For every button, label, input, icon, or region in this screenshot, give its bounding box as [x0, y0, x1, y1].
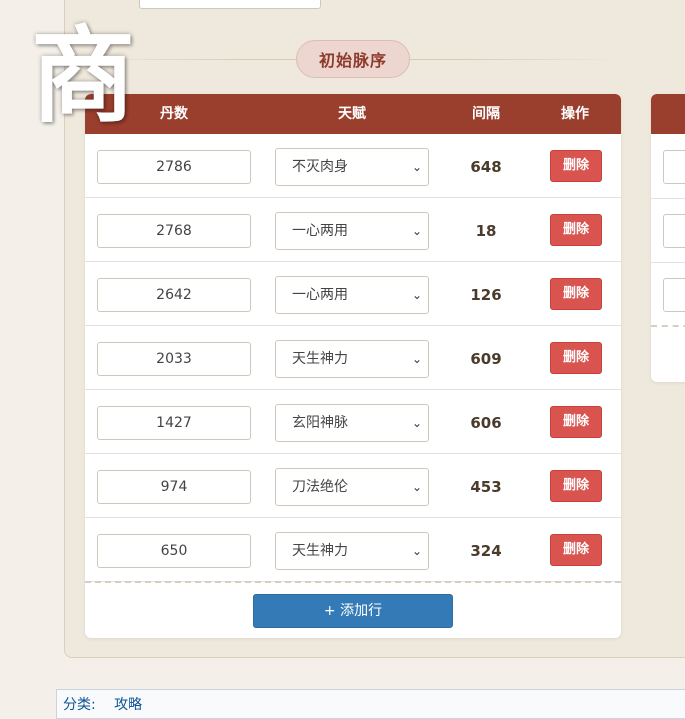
delete-row-button[interactable]: 删除	[550, 278, 602, 310]
header-talent: 天赋	[338, 106, 366, 122]
gap-value: 324	[470, 542, 502, 560]
talent-select-value: 玄阳神脉	[292, 415, 348, 431]
pill-count-input[interactable]: 650	[97, 534, 251, 568]
second-table-partial	[651, 94, 685, 382]
second-table-row-divider	[651, 198, 685, 199]
talent-select[interactable]: 玄阳神脉 ⌄	[275, 404, 429, 442]
category-label: 分类:	[63, 697, 96, 713]
second-table-input[interactable]	[663, 214, 685, 248]
section-title: 初始脉序	[296, 40, 410, 78]
gap-value: 126	[470, 286, 502, 304]
table-row: 2786 不灭肉身 ⌄ 648 删除	[85, 134, 621, 198]
delete-row-button[interactable]: 删除	[550, 342, 602, 374]
category-link[interactable]: 攻略	[114, 697, 142, 713]
chevron-down-icon: ⌄	[411, 416, 422, 430]
gap-value: 18	[475, 222, 497, 240]
pulse-sequence-table: 丹数 天赋 间隔 操作 2786 不灭肉身 ⌄ 648 删除 2768 一心两用 ⌄ 18 删除 2…	[85, 94, 621, 638]
second-table-row-divider	[651, 262, 685, 263]
table-row: 2768 一心两用 ⌄ 18 删除	[85, 198, 621, 262]
talent-select-value: 刀法绝伦	[292, 479, 348, 495]
pill-count-input[interactable]: 2786	[97, 150, 251, 184]
gap-value: 648	[470, 158, 502, 176]
pill-count-input[interactable]: 2768	[97, 214, 251, 248]
talent-select-value: 天生神力	[292, 543, 348, 559]
pill-count-input[interactable]: 2642	[97, 278, 251, 312]
talent-select-value: 一心两用	[292, 223, 348, 239]
talent-select[interactable]: 刀法绝伦 ⌄	[275, 468, 429, 506]
table-footer-divider	[85, 581, 621, 583]
second-table-header	[651, 94, 685, 134]
header-gap: 间隔	[472, 106, 500, 122]
shop-watermark: 商	[30, 14, 135, 137]
talent-select[interactable]: 一心两用 ⌄	[275, 276, 429, 314]
second-table-footer-divider	[651, 325, 685, 327]
talent-select[interactable]: 不灭肉身 ⌄	[275, 148, 429, 186]
delete-row-button[interactable]: 删除	[550, 470, 602, 502]
table-row: 1427 玄阳神脉 ⌄ 606 删除	[85, 390, 621, 454]
chevron-down-icon: ⌄	[411, 288, 422, 302]
delete-row-button[interactable]: 删除	[550, 406, 602, 438]
category-bar: 分类: 攻略	[56, 689, 685, 719]
add-row-button[interactable]: + 添加行	[253, 594, 453, 628]
table-row: 650 天生神力 ⌄ 324 删除	[85, 518, 621, 582]
second-table-input[interactable]	[663, 150, 685, 184]
chevron-down-icon: ⌄	[411, 224, 422, 238]
chevron-down-icon: ⌄	[411, 480, 422, 494]
chevron-down-icon: ⌄	[411, 544, 422, 558]
header-action: 操作	[561, 106, 589, 122]
chevron-down-icon: ⌄	[411, 352, 422, 366]
pill-count-input[interactable]: 974	[97, 470, 251, 504]
talent-select[interactable]: 天生神力 ⌄	[275, 340, 429, 378]
second-table-input[interactable]	[663, 278, 685, 312]
table-row: 2033 天生神力 ⌄ 609 删除	[85, 326, 621, 390]
pill-count-input[interactable]: 2033	[97, 342, 251, 376]
talent-select[interactable]: 一心两用 ⌄	[275, 212, 429, 250]
gap-value: 609	[470, 350, 502, 368]
pill-count-input[interactable]: 1427	[97, 406, 251, 440]
talent-select-value: 天生神力	[292, 351, 348, 367]
chevron-down-icon: ⌄	[411, 160, 422, 174]
gap-value: 606	[470, 414, 502, 432]
table-header: 丹数 天赋 间隔 操作	[85, 94, 621, 134]
talent-select-value: 一心两用	[292, 287, 348, 303]
table-row: 974 刀法绝伦 ⌄ 453 删除	[85, 454, 621, 518]
delete-row-button[interactable]: 删除	[550, 214, 602, 246]
gap-value: 453	[470, 478, 502, 496]
delete-row-button[interactable]: 删除	[550, 150, 602, 182]
top-text-input[interactable]	[139, 0, 321, 9]
table-row: 2642 一心两用 ⌄ 126 删除	[85, 262, 621, 326]
talent-select[interactable]: 天生神力 ⌄	[275, 532, 429, 570]
delete-row-button[interactable]: 删除	[550, 534, 602, 566]
talent-select-value: 不灭肉身	[292, 159, 348, 175]
